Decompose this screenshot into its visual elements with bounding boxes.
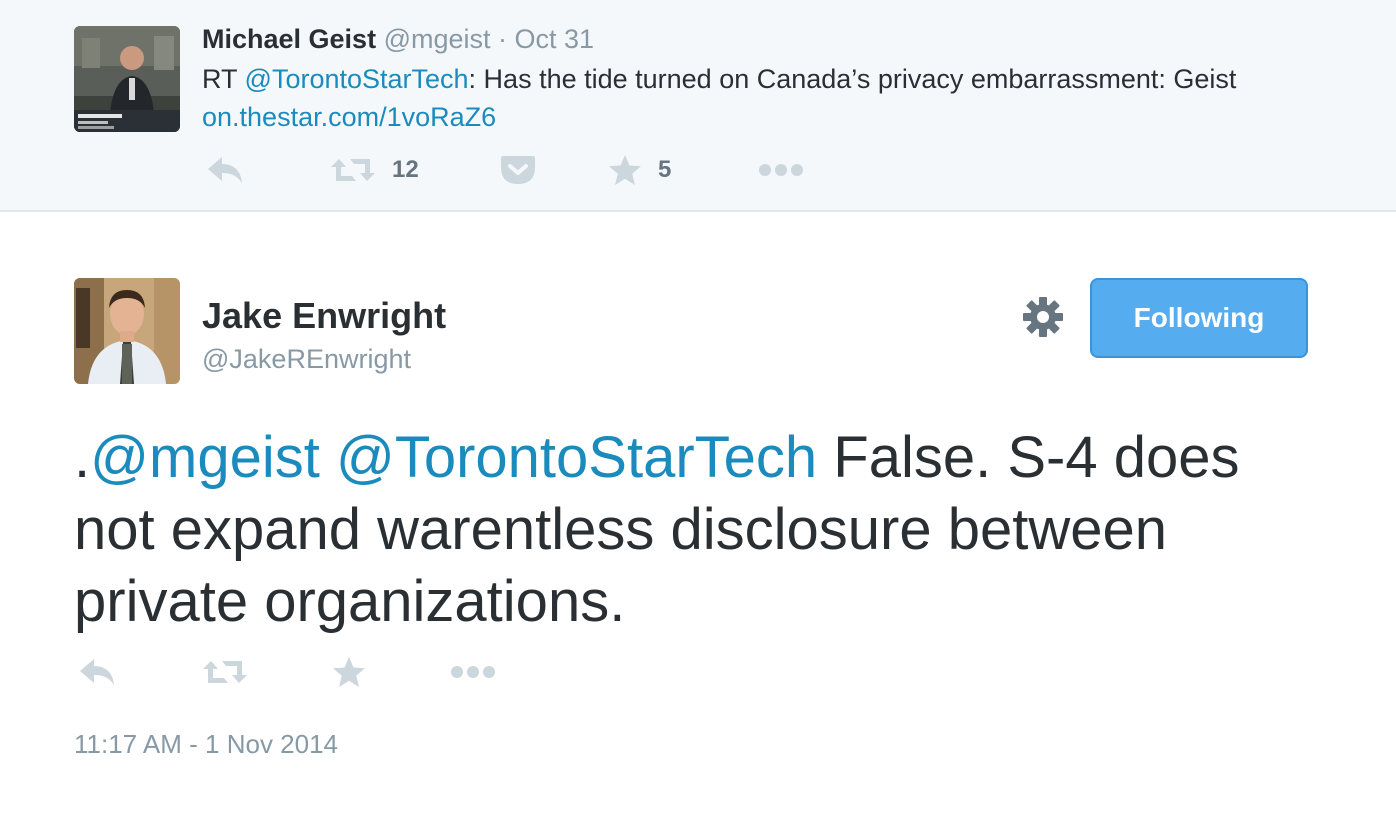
more-dots-icon [450, 665, 496, 679]
parent-tweet-text: RT @TorontoStarTech: Has the tide turned… [202, 60, 1352, 136]
avatar[interactable] [74, 26, 180, 132]
reply-button[interactable] [206, 150, 246, 190]
avatar[interactable] [74, 278, 180, 384]
retweet-icon [330, 155, 376, 185]
tweet-body: : Has the tide turned on Canada’s privac… [468, 64, 1237, 94]
url-link[interactable]: on.thestar.com/1voRaZ6 [202, 102, 496, 132]
retweet-count: 12 [392, 156, 419, 183]
parent-tweet-actions: 12 5 [202, 150, 902, 190]
text-space [320, 425, 336, 490]
reply-icon [206, 155, 246, 185]
more-button[interactable] [450, 652, 496, 692]
gear-icon[interactable] [1020, 294, 1066, 340]
tweet-timestamp[interactable]: 11:17 AM - 1 Nov 2014 [74, 728, 338, 760]
mention-link[interactable]: @TorontoStarTech [245, 64, 469, 94]
separator: · [490, 24, 515, 54]
pocket-icon [500, 154, 536, 186]
favorite-button[interactable] [332, 652, 366, 692]
favorite-count: 5 [658, 156, 672, 183]
retweet-button[interactable] [202, 652, 248, 692]
author-handle[interactable]: @JakeREnwright [202, 342, 411, 376]
star-icon [608, 154, 642, 186]
tweet-date[interactable]: Oct 31 [515, 24, 595, 54]
reply-icon [78, 657, 118, 687]
retweet-button[interactable]: 12 [330, 150, 419, 190]
mention-link[interactable]: @TorontoStarTech [336, 425, 817, 490]
reply-button[interactable] [78, 652, 118, 692]
tweet-text: .@mgeist @TorontoStarTech False. S-4 doe… [74, 422, 1334, 638]
tweet-actions [74, 652, 574, 696]
star-icon [332, 656, 366, 688]
text-lead: . [74, 425, 91, 490]
rt-prefix: RT [202, 64, 245, 94]
pocket-button[interactable] [500, 150, 536, 190]
mention-link[interactable]: @mgeist [90, 425, 320, 490]
more-dots-icon [758, 163, 804, 177]
following-button[interactable]: Following [1090, 278, 1308, 358]
author-handle[interactable]: @mgeist [384, 24, 491, 54]
favorite-button[interactable]: 5 [608, 150, 671, 190]
parent-tweet-header: Michael Geist @mgeist · Oct 31 [202, 22, 594, 56]
more-button[interactable] [758, 150, 804, 190]
author-name[interactable]: Jake Enwright [202, 294, 446, 338]
retweet-icon [202, 657, 248, 687]
parent-tweet[interactable]: Michael Geist @mgeist · Oct 31 RT @Toron… [0, 0, 1396, 212]
author-name[interactable]: Michael Geist [202, 24, 376, 54]
